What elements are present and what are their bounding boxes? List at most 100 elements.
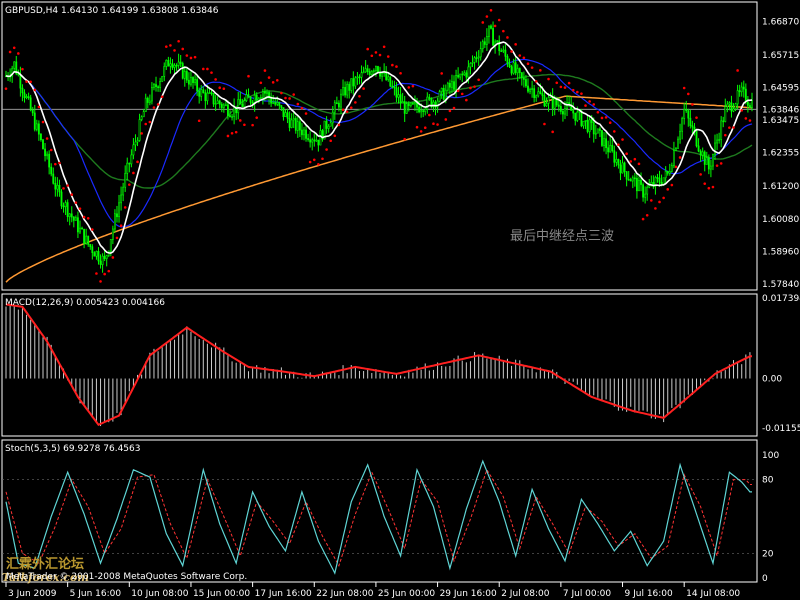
- candle-body: [346, 83, 349, 96]
- candle-body: [208, 92, 211, 94]
- candle-body: [635, 177, 638, 192]
- candle-body: [93, 252, 96, 257]
- parabolic-sar-dot: [325, 148, 328, 151]
- parabolic-sar-dot: [686, 92, 690, 96]
- parabolic-sar-dot: [465, 98, 468, 102]
- parabolic-sar-dot: [284, 96, 287, 100]
- candle-body: [689, 117, 692, 126]
- candle-body: [364, 68, 367, 73]
- candle-body: [479, 48, 482, 58]
- price-panel-frame: [1, 1, 758, 291]
- candle-body: [393, 86, 396, 89]
- parabolic-sar-dot: [600, 116, 604, 120]
- candle-body: [615, 159, 618, 163]
- candle-body: [629, 179, 632, 182]
- parabolic-sar-dot: [197, 119, 201, 123]
- parabolic-sar-dot: [419, 130, 423, 133]
- parabolic-sar-dot: [514, 43, 517, 46]
- candle-body: [403, 101, 406, 114]
- candle-body: [414, 102, 416, 105]
- candle-body: [89, 244, 92, 248]
- candle-body: [695, 130, 698, 147]
- parabolic-sar-dot: [341, 108, 345, 112]
- parabolic-sar-dot: [366, 47, 369, 51]
- parabolic-sar-dot: [8, 50, 12, 54]
- candle-body: [333, 102, 336, 113]
- parabolic-sar-dot: [436, 123, 439, 126]
- parabolic-sar-dot: [185, 54, 189, 57]
- parabolic-sar-dot: [444, 118, 448, 121]
- parabolic-sar-dot: [21, 67, 24, 71]
- parabolic-sar-dot: [123, 206, 127, 209]
- candle-body: [255, 94, 258, 101]
- candle-body: [377, 66, 379, 73]
- candle-body: [720, 120, 723, 140]
- candle-body: [259, 96, 262, 99]
- candle-body: [159, 81, 162, 88]
- candle-body: [64, 202, 67, 207]
- candle-body: [331, 111, 334, 124]
- parabolic-sar-dot: [580, 92, 583, 95]
- candle-body: [537, 91, 540, 97]
- candle-body: [428, 96, 431, 99]
- chart-annotation: 最后中继经点三波: [510, 229, 614, 244]
- candle-body: [736, 90, 739, 105]
- parabolic-sar-dot: [391, 63, 394, 67]
- price-axis-tick: 1.63475: [762, 116, 799, 126]
- candle-body: [746, 101, 749, 106]
- parabolic-sar-dot: [403, 137, 406, 141]
- candle-body: [153, 84, 155, 88]
- candle-body: [492, 28, 494, 46]
- candle-body: [31, 109, 34, 114]
- parabolic-sar-dot: [308, 160, 312, 164]
- parabolic-sar-dot: [477, 78, 480, 82]
- candle-body: [222, 104, 225, 108]
- parabolic-sar-dot: [654, 207, 657, 210]
- parabolic-sar-dot: [740, 109, 744, 112]
- candle-body: [642, 184, 644, 198]
- candle-body: [72, 216, 75, 221]
- parabolic-sar-dot: [49, 148, 53, 152]
- stoch-panel-title: Stoch(5,3,5) 69.9278 76.4563: [5, 444, 140, 454]
- candle-body: [52, 173, 55, 184]
- parabolic-sar-dot: [321, 157, 324, 161]
- candle-body: [446, 82, 449, 91]
- candle-body: [424, 108, 427, 112]
- parabolic-sar-dot: [629, 160, 633, 163]
- parabolic-sar-dot: [12, 46, 16, 50]
- candle-body: [459, 73, 462, 78]
- candle-body: [658, 177, 661, 183]
- candle-body: [85, 235, 88, 244]
- parabolic-sar-dot: [66, 184, 69, 187]
- candle-body: [664, 170, 667, 179]
- parabolic-sar-dot: [473, 85, 476, 88]
- candle-body: [444, 89, 447, 100]
- parabolic-sar-dot: [744, 117, 748, 120]
- parabolic-sar-dot: [411, 84, 415, 88]
- candle-body: [33, 112, 36, 130]
- time-axis-label: 2 Jul 08:00: [501, 589, 550, 599]
- parabolic-sar-dot: [345, 110, 349, 114]
- candle-body: [278, 102, 281, 106]
- parabolic-sar-dot: [497, 18, 501, 22]
- candle-body: [611, 144, 614, 152]
- candle-body: [707, 157, 710, 170]
- candle-body: [319, 130, 322, 146]
- candle-body: [296, 121, 299, 131]
- candle-body: [457, 75, 460, 78]
- candle-body: [469, 63, 472, 68]
- parabolic-sar-dot: [271, 81, 275, 84]
- candle-body: [716, 139, 718, 144]
- parabolic-sar-dot: [226, 134, 230, 138]
- candle-body: [118, 202, 120, 218]
- parabolic-sar-dot: [571, 88, 575, 92]
- candle-body: [724, 106, 727, 122]
- candle-body: [631, 177, 634, 182]
- candle-body: [391, 85, 394, 88]
- candle-body: [148, 100, 151, 103]
- parabolic-sar-dot: [650, 199, 653, 202]
- candle-body: [547, 97, 550, 104]
- candle-body: [621, 162, 624, 174]
- candle-body: [35, 123, 38, 130]
- parabolic-sar-dot: [210, 71, 213, 74]
